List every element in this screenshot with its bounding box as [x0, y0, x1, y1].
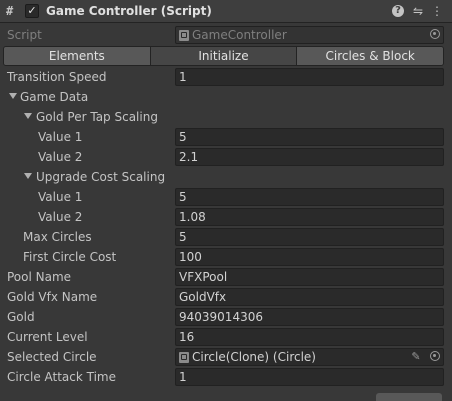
uc-value1-label: Value 1 — [38, 190, 83, 204]
gold-row: Gold 94039014306 — [0, 307, 452, 327]
component-title[interactable]: Game Controller (Script) — [46, 4, 212, 19]
gold-per-tap-foldout[interactable]: Gold Per Tap Scaling — [0, 107, 452, 127]
script-asset-icon — [179, 29, 189, 41]
game-data-foldout[interactable]: Game Data — [0, 87, 452, 107]
script-object-field[interactable]: GameController — [175, 26, 444, 44]
uc-value2-row: Value 2 1.08 — [0, 207, 452, 227]
foldout-arrow-icon[interactable] — [24, 173, 32, 179]
pool-name-field[interactable]: VFXPool — [175, 268, 444, 286]
script-label: Script — [7, 28, 42, 42]
first-circle-cost-label: First Circle Cost — [23, 250, 117, 264]
first-circle-cost-field[interactable]: 100 — [175, 248, 444, 266]
script-value: GameController — [192, 28, 287, 42]
presets-icon[interactable]: ⇋ — [410, 3, 426, 19]
selected-circle-value: Circle(Clone) (Circle) — [192, 350, 316, 364]
circle-attack-time-label: Circle Attack Time — [7, 370, 117, 384]
gpt-value1-row: Value 1 5 — [0, 127, 452, 147]
gpt-value2-field[interactable]: 2.1 — [175, 148, 444, 166]
gold-vfx-name-row: Gold Vfx Name GoldVfx — [0, 287, 452, 307]
current-level-row: Current Level 16 — [0, 327, 452, 347]
transition-speed-field[interactable]: 1 — [175, 68, 444, 86]
gpt-value2-row: Value 2 2.1 — [0, 147, 452, 167]
gold-field[interactable]: 94039014306 — [175, 308, 444, 326]
selected-circle-label: Selected Circle — [7, 350, 97, 364]
selected-circle-field[interactable]: Circle(Clone) (Circle) ✎ — [175, 348, 444, 366]
tab-bar: Elements Initialize Circles & Block — [3, 46, 444, 66]
tab-initialize[interactable]: Initialize — [150, 47, 298, 65]
tab-circles-and-block[interactable]: Circles & Block — [297, 47, 443, 65]
circle-attack-time-field[interactable]: 1 — [175, 368, 444, 386]
gold-vfx-name-label: Gold Vfx Name — [7, 290, 98, 304]
pool-name-row: Pool Name VFXPool — [0, 267, 452, 287]
max-circles-label: Max Circles — [23, 230, 92, 244]
selected-circle-row: Selected Circle Circle(Clone) (Circle) ✎ — [0, 347, 452, 367]
game-data-label: Game Data — [20, 90, 89, 104]
foldout-arrow-icon[interactable] — [9, 93, 17, 99]
gpt-value1-label: Value 1 — [38, 130, 83, 144]
first-circle-cost-row: First Circle Cost 100 — [0, 247, 452, 267]
transition-speed-row: Transition Speed 1 — [0, 67, 452, 87]
gpt-value2-label: Value 2 — [38, 150, 83, 164]
help-icon[interactable]: ? — [392, 5, 404, 17]
object-picker-icon[interactable] — [430, 29, 440, 39]
bottom-button-partial[interactable] — [376, 393, 442, 401]
gpt-value1-field[interactable]: 5 — [175, 128, 444, 146]
current-level-field[interactable]: 16 — [175, 328, 444, 346]
script-hash-icon: # — [6, 4, 14, 18]
object-picker-icon[interactable] — [430, 351, 440, 361]
prefab-icon — [179, 351, 189, 363]
max-circles-field[interactable]: 5 — [175, 228, 444, 246]
upgrade-cost-label: Upgrade Cost Scaling — [36, 170, 166, 184]
foldout-arrow-icon[interactable] — [24, 113, 32, 119]
component-header: # ✓ Game Controller (Script) ? ⇋ ⋮ — [0, 0, 452, 23]
gold-vfx-name-field[interactable]: GoldVfx — [175, 288, 444, 306]
kebab-menu-icon[interactable]: ⋮ — [429, 3, 445, 19]
current-level-label: Current Level — [7, 330, 88, 344]
gold-label: Gold — [7, 310, 35, 324]
uc-value1-field[interactable]: 5 — [175, 188, 444, 206]
circle-attack-time-row: Circle Attack Time 1 — [0, 367, 452, 387]
script-row: Script GameController — [0, 25, 452, 45]
upgrade-cost-foldout[interactable]: Upgrade Cost Scaling — [0, 167, 452, 187]
uc-value2-label: Value 2 — [38, 210, 83, 224]
max-circles-row: Max Circles 5 — [0, 227, 452, 247]
uc-value2-field[interactable]: 1.08 — [175, 208, 444, 226]
pool-name-label: Pool Name — [7, 270, 72, 284]
uc-value1-row: Value 1 5 — [0, 187, 452, 207]
pencil-edit-icon[interactable]: ✎ — [409, 350, 423, 364]
transition-speed-label: Transition Speed — [7, 70, 107, 84]
gold-per-tap-label: Gold Per Tap Scaling — [36, 110, 158, 124]
component-enabled-checkbox[interactable]: ✓ — [25, 4, 39, 18]
tab-elements[interactable]: Elements — [4, 47, 151, 65]
